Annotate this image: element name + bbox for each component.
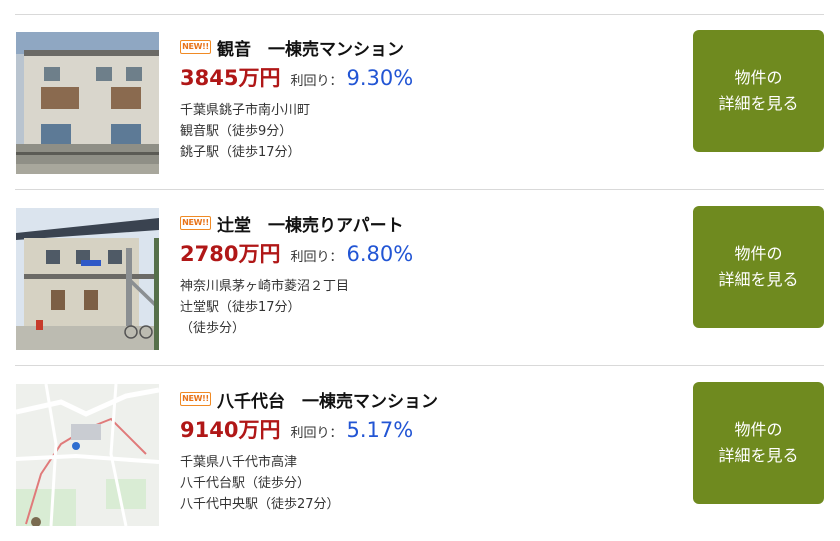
yield-value: 9.30%: [346, 66, 414, 90]
property-photo[interactable]: [16, 208, 159, 350]
listing-address: 神奈川県茅ヶ崎市菱沼２丁目: [180, 279, 350, 294]
listing-card: NEW!! 観音 一棟売マンション 3845万円 利回り： 9.30% 千葉県銚…: [0, 14, 840, 189]
listing-address: 千葉県銚子市南小川町: [180, 103, 311, 118]
listing-title[interactable]: 辻堂 一棟売りアパート: [217, 211, 404, 236]
yield-label: 利回り：: [290, 426, 343, 441]
listing-access-2: 八千代中央駅（徒歩27分）: [180, 497, 340, 512]
listing-access-1: 観音駅（徒歩9分）: [180, 124, 293, 139]
listing-title[interactable]: 八千代台 一棟売マンション: [217, 387, 438, 412]
listing-address: 千葉県八千代市高津: [180, 455, 298, 470]
listing-access-2: （徒歩分）: [180, 321, 246, 336]
listing-info: NEW!! 観音 一棟売マンション 3845万円 利回り： 9.30% 千葉県銚…: [180, 34, 660, 163]
listing-card: NEW!! 辻堂 一棟売りアパート 2780万円 利回り： 6.80% 神奈川県…: [0, 190, 840, 365]
details-button[interactable]: 物件の 詳細を見る: [693, 30, 824, 152]
listing-card: NEW!! 八千代台 一棟売マンション 9140万円 利回り： 5.17% 千葉…: [0, 366, 840, 541]
details-button-line2: 詳細を見る: [718, 446, 799, 465]
details-button-line1: 物件の: [734, 420, 783, 439]
property-photo[interactable]: [16, 32, 159, 174]
map-icon: [16, 384, 159, 526]
details-button-line2: 詳細を見る: [718, 94, 799, 113]
yield-label: 利回り：: [290, 74, 343, 89]
new-badge: NEW!!: [180, 392, 211, 406]
details-button-line1: 物件の: [734, 68, 783, 87]
property-photo[interactable]: [16, 384, 159, 526]
listing-price: 3845万円: [180, 66, 281, 90]
listing-access-1: 八千代台駅（徒歩分）: [180, 476, 311, 491]
yield-label: 利回り：: [290, 250, 343, 265]
apartment-photo-icon: [16, 208, 159, 350]
listing-access-2: 銚子駅（徒歩17分）: [180, 145, 301, 160]
listing-price: 9140万円: [180, 418, 281, 442]
building-photo-icon: [16, 32, 159, 174]
details-button[interactable]: 物件の 詳細を見る: [693, 206, 824, 328]
new-badge: NEW!!: [180, 40, 211, 54]
listing-title[interactable]: 観音 一棟売マンション: [217, 35, 404, 60]
yield-value: 5.17%: [346, 418, 414, 442]
listing-price: 2780万円: [180, 242, 281, 266]
listing-access-1: 辻堂駅（徒歩17分）: [180, 300, 301, 315]
listing-info: NEW!! 辻堂 一棟売りアパート 2780万円 利回り： 6.80% 神奈川県…: [180, 210, 660, 339]
new-badge: NEW!!: [180, 216, 211, 230]
details-button-line2: 詳細を見る: [718, 270, 799, 289]
yield-value: 6.80%: [346, 242, 414, 266]
details-button[interactable]: 物件の 詳細を見る: [693, 382, 824, 504]
listing-info: NEW!! 八千代台 一棟売マンション 9140万円 利回り： 5.17% 千葉…: [180, 386, 660, 515]
details-button-line1: 物件の: [734, 244, 783, 263]
